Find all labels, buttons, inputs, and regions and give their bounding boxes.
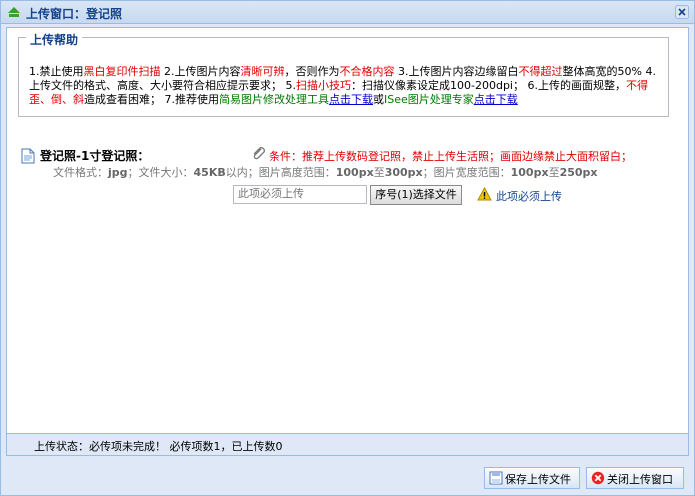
help-text: 1.禁止使用黑白复印件扫描 2.上传图片内容清晰可辨，否则作为不合格内容 3.上…: [29, 65, 661, 107]
height-min: 100px: [335, 166, 374, 179]
upload-icon: [8, 7, 20, 17]
download-link[interactable]: 点击下载: [329, 93, 373, 106]
tool-name: ISee图片处理专家: [384, 93, 474, 106]
status-bar: 上传状态：必传项未完成！ 必传项数1，已上传数0: [6, 433, 689, 456]
help-emphasis: 不得超过: [518, 65, 563, 78]
size-value: 45KB: [193, 166, 226, 179]
close-upload-window-button[interactable]: 关闭上传窗口: [586, 467, 684, 489]
upload-condition: 条件：推荐上传数码登记照，禁止上传生活照；画面边缘禁止大面积留白；: [269, 150, 632, 163]
choose-file-button[interactable]: 序号(1)选择文件: [370, 185, 462, 205]
width-label: ；图片宽度范围：: [422, 166, 511, 179]
help-emphasis: 扫描小技巧: [296, 79, 351, 92]
file-spec: 文件格式：jpg；文件大小：45KB以内；图片高度范围：100px至300px；…: [53, 164, 598, 180]
help-text-segment: ：扫描仪像素设定成100-200dpi； 6.上传的画面规整，: [351, 79, 626, 92]
upload-status: 上传状态：必传项未完成！ 必传项数1，已上传数0: [34, 440, 283, 453]
window-title: 上传窗口：登记照: [26, 7, 123, 21]
cancel-icon: [591, 471, 605, 485]
width-min: 100px: [510, 166, 549, 179]
warning-icon: [477, 187, 492, 201]
save-upload-label: 保存上传文件: [505, 473, 571, 486]
close-window-label: 关闭上传窗口: [607, 473, 673, 486]
help-text-segment: ，否则作为: [284, 65, 340, 78]
help-section: 上传帮助 1.禁止使用黑白复印件扫描 2.上传图片内容清晰可辨，否则作为不合格内…: [18, 31, 669, 117]
help-text-segment: 或: [373, 93, 384, 106]
close-icon[interactable]: [675, 5, 689, 19]
window-titlebar[interactable]: 上传窗口：登记照: [1, 1, 694, 24]
help-emphasis: 清晰可辨: [240, 65, 285, 78]
tool-name: 简易图片修改处理工具: [219, 93, 329, 106]
help-text-segment: 2.上传图片内容: [160, 65, 241, 78]
paperclip-icon: [253, 147, 265, 160]
help-text-segment: 1.禁止使用: [29, 65, 84, 78]
height-to: 至: [373, 166, 385, 179]
height-max: 300px: [384, 166, 423, 179]
width-to: 至: [548, 166, 560, 179]
document-icon: [21, 148, 35, 164]
help-legend: 上传帮助: [26, 31, 83, 48]
help-emphasis: 黑白复印件扫描: [83, 65, 161, 78]
download-link[interactable]: 点击下载: [474, 93, 518, 106]
help-text-segment: 3.上传图片内容边缘留白: [394, 65, 519, 78]
save-upload-button[interactable]: 保存上传文件: [484, 467, 580, 489]
width-max: 250px: [559, 166, 598, 179]
size-suffix: 以内；图片高度范围：: [225, 166, 336, 179]
required-warning: 此项必须上传: [496, 190, 562, 203]
size-label: ；文件大小：: [127, 166, 194, 179]
format-label: 文件格式：: [53, 166, 108, 179]
save-icon: [489, 471, 503, 485]
upload-panel: 上传帮助 1.禁止使用黑白复印件扫描 2.上传图片内容清晰可辨，否则作为不合格内…: [6, 27, 689, 435]
help-emphasis: 不合格内容: [339, 65, 395, 78]
help-text-segment: 造成查看困难； 7.推荐使用: [84, 93, 219, 106]
item-title: 登记照-1寸登记照：: [40, 149, 150, 163]
upload-window: 上传窗口：登记照 上传帮助 1.禁止使用黑白复印件扫描 2.上传图片内容清晰可辨…: [0, 0, 695, 496]
format-value: jpg: [108, 166, 128, 179]
upload-file-field[interactable]: [233, 185, 367, 204]
